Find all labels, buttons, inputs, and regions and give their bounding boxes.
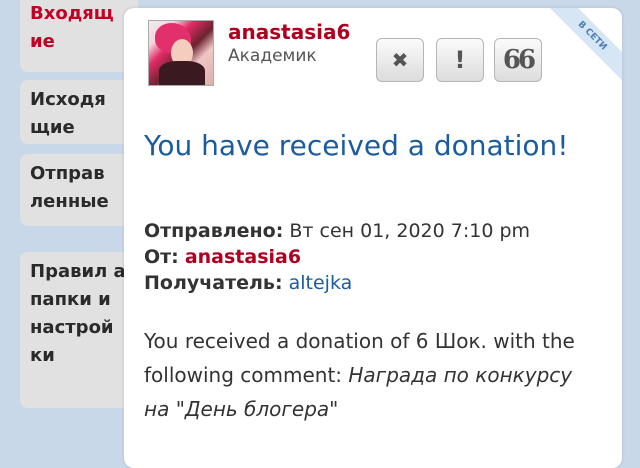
avatar[interactable] bbox=[148, 20, 214, 86]
online-status-ribbon: В СЕТИ bbox=[542, 8, 622, 86]
sidebar-item-inbox[interactable]: Входящ ие bbox=[20, 0, 138, 72]
recipient-row: Получатель: altejka bbox=[144, 272, 352, 294]
report-button[interactable]: ! bbox=[436, 38, 484, 82]
sidebar: Входящ ие Исходя щие Отправ ленные Прави… bbox=[0, 0, 138, 454]
sent-row: Отправлено: Вт сен 01, 2020 7:10 pm bbox=[144, 220, 530, 242]
from-row: От: anastasia6 bbox=[144, 246, 301, 268]
from-user-link[interactable]: anastasia6 bbox=[185, 246, 301, 268]
quote-icon: 66 bbox=[502, 45, 536, 75]
sent-label: Отправлено: bbox=[144, 220, 284, 242]
message-body: You received a donation of 6 Шок. with t… bbox=[144, 324, 594, 426]
sidebar-item-label: Входящ ие bbox=[30, 3, 114, 52]
exclamation-icon: ! bbox=[454, 46, 466, 74]
sidebar-item-outbox[interactable]: Исходя щие bbox=[20, 80, 138, 144]
sender-username-link[interactable]: anastasia6 bbox=[228, 20, 350, 44]
sidebar-item-sent[interactable]: Отправ ленные bbox=[20, 154, 138, 226]
delete-button[interactable]: ✖ bbox=[376, 38, 424, 82]
recipient-user-link[interactable]: altejka bbox=[289, 272, 353, 294]
sidebar-item-label: Исходя щие bbox=[30, 89, 106, 138]
from-label: От: bbox=[144, 246, 179, 268]
sidebar-item-label: Правил а, папки и настрой ки bbox=[30, 261, 133, 366]
sidebar-item-label: Отправ ленные bbox=[30, 163, 109, 212]
recipient-label: Получатель: bbox=[144, 272, 283, 294]
message-card: В СЕТИ anastasia6 Академик ✖ ! 66 You ha… bbox=[124, 8, 622, 468]
quote-button[interactable]: 66 bbox=[494, 38, 542, 82]
sender-rank: Академик bbox=[228, 46, 317, 66]
message-title: You have received a donation! bbox=[144, 129, 569, 162]
sidebar-item-settings[interactable]: Правил а, папки и настрой ки bbox=[20, 252, 138, 408]
sent-value: Вт сен 01, 2020 7:10 pm bbox=[289, 220, 531, 242]
close-icon: ✖ bbox=[391, 48, 409, 72]
